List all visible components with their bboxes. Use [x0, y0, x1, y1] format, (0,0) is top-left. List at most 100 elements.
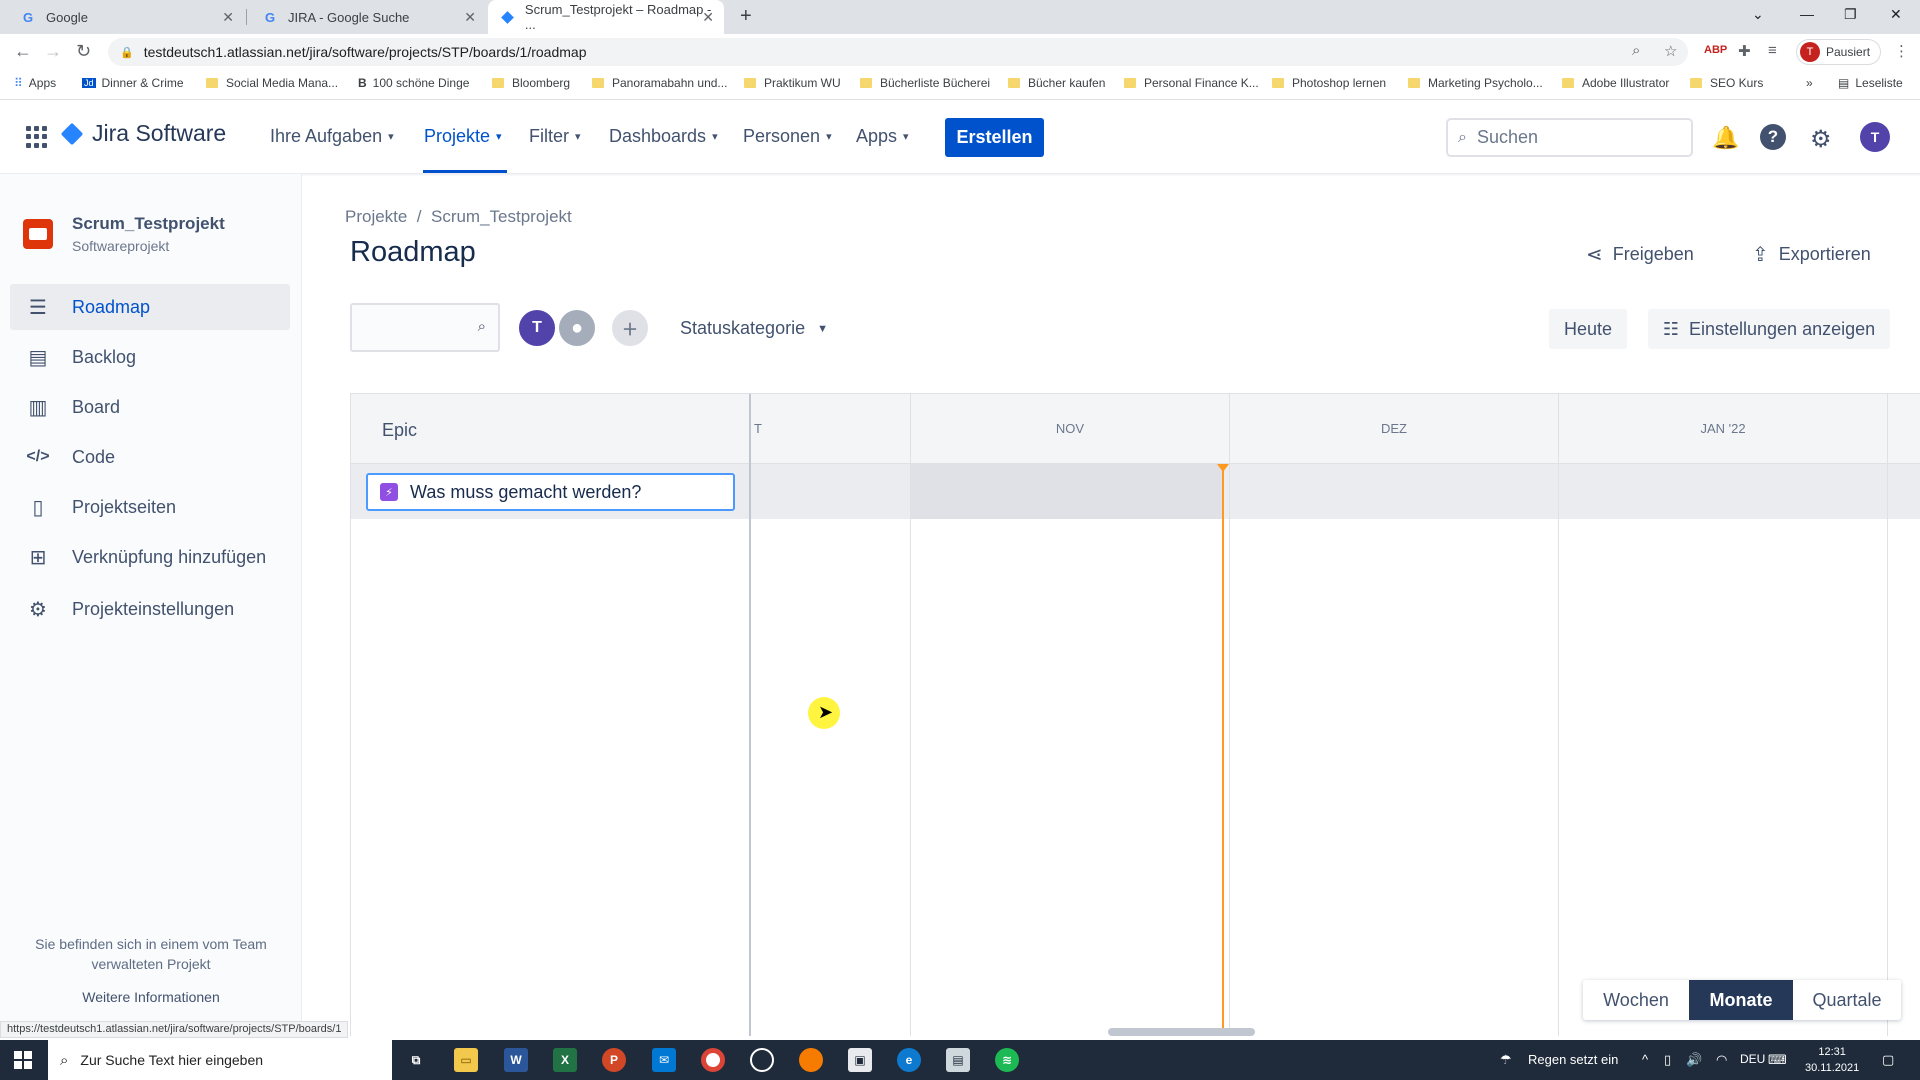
taskbar-clock[interactable]: 12:31 30.11.2021 [1805, 1044, 1859, 1076]
new-tab-icon[interactable]: + [740, 5, 752, 28]
extensions-icon[interactable]: ✚ [1738, 42, 1751, 60]
bookmark-item[interactable]: SEO Kurs [1690, 76, 1763, 90]
app-switcher-icon[interactable] [26, 126, 48, 148]
avatar-filter-unassigned[interactable]: ● [557, 308, 597, 348]
notifications-icon[interactable]: 🔔 [1712, 125, 1739, 151]
input-language[interactable]: DEU [1740, 1052, 1765, 1066]
nav-apps[interactable]: Apps ▾ [856, 126, 909, 147]
settings-gear-icon[interactable]: ⚙ [1810, 125, 1832, 154]
notepad-icon[interactable]: ▤ [946, 1048, 970, 1072]
bookmark-apps[interactable]: ⠿ Apps [14, 76, 56, 90]
bookmark-item[interactable]: Adobe Illustrator [1562, 76, 1669, 90]
snipping-tool-icon[interactable]: ▣ [848, 1048, 872, 1072]
roadmap-search-input[interactable]: ⌕ [350, 303, 500, 352]
profile-button[interactable]: T Pausiert [1796, 39, 1882, 65]
window-close-icon[interactable]: ✕ [1890, 6, 1902, 23]
keyboard-icon[interactable]: ⌨ [1768, 1052, 1787, 1068]
bookmark-item[interactable]: B 100 schöne Dinge [358, 76, 469, 90]
battery-icon[interactable]: ▯ [1664, 1052, 1671, 1068]
view-settings-button[interactable]: ☷ Einstellungen anzeigen [1648, 309, 1890, 349]
wifi-icon[interactable]: ◠ [1716, 1052, 1727, 1068]
tab-search-icon[interactable]: ⌄ [1752, 6, 1764, 23]
reading-list-button[interactable]: ▤ Leseliste [1838, 76, 1903, 90]
reading-list-icon[interactable]: ≡ [1768, 42, 1777, 59]
word-icon[interactable]: W [504, 1048, 528, 1072]
bookmark-star-icon[interactable]: ☆ [1664, 42, 1677, 60]
sidebar-item-backlog[interactable]: ▤ Backlog [10, 334, 290, 380]
close-tab-icon[interactable]: ✕ [464, 9, 476, 26]
nav-projekte[interactable]: Projekte ▾ [424, 126, 502, 147]
back-icon[interactable]: ← [14, 41, 32, 62]
browser-tab-jira-search[interactable]: G JIRA - Google Suche ✕ [250, 0, 486, 34]
bookmark-item[interactable]: Social Media Mana... [206, 76, 338, 90]
bookmark-item[interactable]: Praktikum WU [744, 76, 841, 90]
excel-icon[interactable]: X [553, 1048, 577, 1072]
url-field[interactable]: 🔒 testdeutsch1.atlassian.net/jira/softwa… [108, 38, 1688, 66]
forward-icon[interactable]: → [44, 41, 62, 62]
minimize-icon[interactable]: — [1800, 6, 1814, 22]
powerpoint-icon[interactable]: P [602, 1048, 626, 1072]
share-button[interactable]: ⋖ Freigeben [1586, 242, 1694, 267]
sidebar-item-projektseiten[interactable]: ▯ Projektseiten [10, 484, 290, 530]
search-input[interactable]: ⌕ Suchen [1446, 118, 1693, 157]
task-view-icon[interactable]: ⧉ [404, 1048, 428, 1072]
status-category-filter[interactable]: Statuskategorie ▼ [680, 318, 828, 339]
taskbar-search-input[interactable]: ⌕ Zur Suche Text hier eingeben [48, 1040, 392, 1080]
chrome-menu-icon[interactable]: ⋮ [1894, 42, 1909, 60]
notification-center-icon[interactable]: ▢ [1882, 1052, 1894, 1068]
bookmark-item[interactable]: Photoshop lernen [1272, 76, 1386, 90]
bookmark-item[interactable]: Jd Dinner & Crime [82, 76, 184, 90]
chrome-icon[interactable] [701, 1048, 725, 1072]
user-avatar[interactable]: T [1860, 122, 1890, 152]
add-people-button[interactable]: ＋ [610, 308, 650, 348]
help-icon[interactable]: ? [1760, 124, 1786, 150]
breadcrumb[interactable]: Projekte / Scrum_Testprojekt [345, 207, 572, 227]
spotify-icon[interactable]: ≋ [995, 1048, 1019, 1072]
nav-dashboards[interactable]: Dashboards ▾ [609, 126, 718, 147]
tray-chevron-icon[interactable]: ^ [1642, 1052, 1648, 1067]
bookmark-item[interactable]: Panoramabahn und... [592, 76, 727, 90]
sidebar-item-board[interactable]: ▥ Board [10, 384, 290, 430]
adblock-icon[interactable]: ABP [1704, 44, 1727, 56]
horizontal-scrollbar[interactable] [1108, 1028, 1255, 1036]
zoom-quarters-button[interactable]: Quartale [1793, 980, 1901, 1020]
file-explorer-icon[interactable]: ▭ [454, 1048, 478, 1072]
sidebar-item-add-shortcut[interactable]: ⊞ Verknüpfung hinzufügen [10, 534, 290, 580]
zoom-icon[interactable]: ⌕ [1632, 42, 1640, 59]
restore-icon[interactable]: ❐ [1844, 6, 1857, 23]
export-button[interactable]: ⇪ Exportieren [1752, 242, 1871, 267]
weather-text[interactable]: Regen setzt ein [1528, 1052, 1618, 1067]
sidebar-item-code[interactable]: </> Code [10, 434, 290, 480]
bookmark-item[interactable]: Bücher kaufen [1008, 76, 1105, 90]
browser-tab-google[interactable]: G Google ✕ [8, 0, 244, 34]
edge-icon[interactable]: e [897, 1048, 921, 1072]
jira-logo[interactable]: Jira Software [60, 120, 226, 147]
project-name[interactable]: Scrum_Testprojekt [72, 214, 225, 234]
reload-icon[interactable]: ↻ [76, 41, 91, 62]
nav-filter[interactable]: Filter ▾ [529, 126, 581, 147]
volume-icon[interactable]: 🔊 [1686, 1052, 1702, 1068]
mail-icon[interactable]: ✉ [652, 1048, 676, 1072]
bookmark-item[interactable]: Bücherliste Bücherei [860, 76, 990, 90]
avatar-filter-user[interactable]: T [517, 308, 557, 348]
obs-icon[interactable] [750, 1048, 774, 1072]
sidebar-item-projekteinstellungen[interactable]: ⚙ Projekteinstellungen [10, 586, 290, 632]
bookmark-item[interactable]: Marketing Psycholo... [1408, 76, 1543, 90]
bookmarks-overflow-icon[interactable]: » [1806, 76, 1813, 90]
bookmark-item[interactable]: Bloomberg [492, 76, 570, 90]
create-button[interactable]: Erstellen [945, 118, 1044, 157]
close-tab-icon[interactable]: ✕ [222, 9, 234, 26]
new-epic-input[interactable]: ⚡ Was muss gemacht werden? [366, 473, 735, 511]
nav-personen[interactable]: Personen ▾ [743, 126, 832, 147]
sidebar-item-roadmap[interactable]: ☰ Roadmap [10, 284, 290, 330]
browser-tab-roadmap[interactable]: Scrum_Testprojekt – Roadmap - ... ✕ [488, 0, 724, 34]
close-tab-icon[interactable]: ✕ [702, 9, 714, 26]
zoom-weeks-button[interactable]: Wochen [1583, 980, 1689, 1020]
zoom-months-button[interactable]: Monate [1689, 980, 1793, 1020]
windows-start-icon[interactable] [14, 1051, 32, 1069]
today-button[interactable]: Heute [1549, 309, 1627, 349]
more-info-link[interactable]: Weitere Informationen [0, 989, 302, 1005]
epic-column-divider[interactable] [749, 394, 751, 1036]
bookmark-item[interactable]: Personal Finance K... [1124, 76, 1259, 90]
nav-ihre-aufgaben[interactable]: Ihre Aufgaben ▾ [270, 126, 394, 147]
